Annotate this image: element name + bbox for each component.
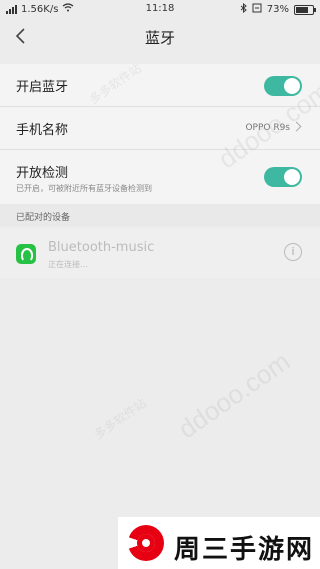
device-status: 正在连接...	[48, 260, 88, 269]
page-title: 蓝牙	[144, 29, 175, 47]
paired-device-row[interactable]: Bluetooth-music 正在连接... i	[0, 228, 320, 278]
bluetooth-label: 开启蓝牙	[16, 80, 69, 95]
status-right: 73%	[240, 2, 316, 16]
alarm-icon	[252, 3, 262, 16]
paired-header: 已配对的设备	[0, 204, 320, 226]
discovery-label: 开放检测	[16, 166, 69, 181]
bluetooth-status-icon	[240, 2, 247, 16]
discovery-toggle[interactable]	[264, 167, 302, 187]
nav-bar: 蓝牙	[0, 18, 320, 54]
paired-header-label: 已配对的设备	[16, 213, 71, 223]
info-icon[interactable]: i	[284, 243, 302, 261]
status-bar: 1.56K/s 11:18 73%	[0, 0, 320, 18]
toggle-knob	[284, 169, 300, 185]
headset-icon	[16, 244, 36, 264]
watermark-small: 多多软件站	[91, 395, 149, 442]
device-name-label: 手机名称	[16, 123, 69, 138]
discovery-sub: 已开启，可被附近所有蓝牙设备检测到	[16, 184, 152, 193]
brand-name: 周三手游网	[174, 535, 315, 565]
battery-icon	[294, 4, 316, 15]
watermark: ddooo.com	[172, 345, 296, 445]
discovery-row[interactable]: 开放检测 已开启，可被附近所有蓝牙设备检测到	[0, 150, 320, 205]
footer-logo: 周三手游网	[118, 517, 320, 569]
device-name: Bluetooth-music	[48, 240, 155, 255]
bluetooth-row[interactable]: 开启蓝牙	[0, 64, 320, 107]
battery-percent: 73%	[266, 4, 289, 15]
brand-logo-icon	[128, 525, 164, 561]
